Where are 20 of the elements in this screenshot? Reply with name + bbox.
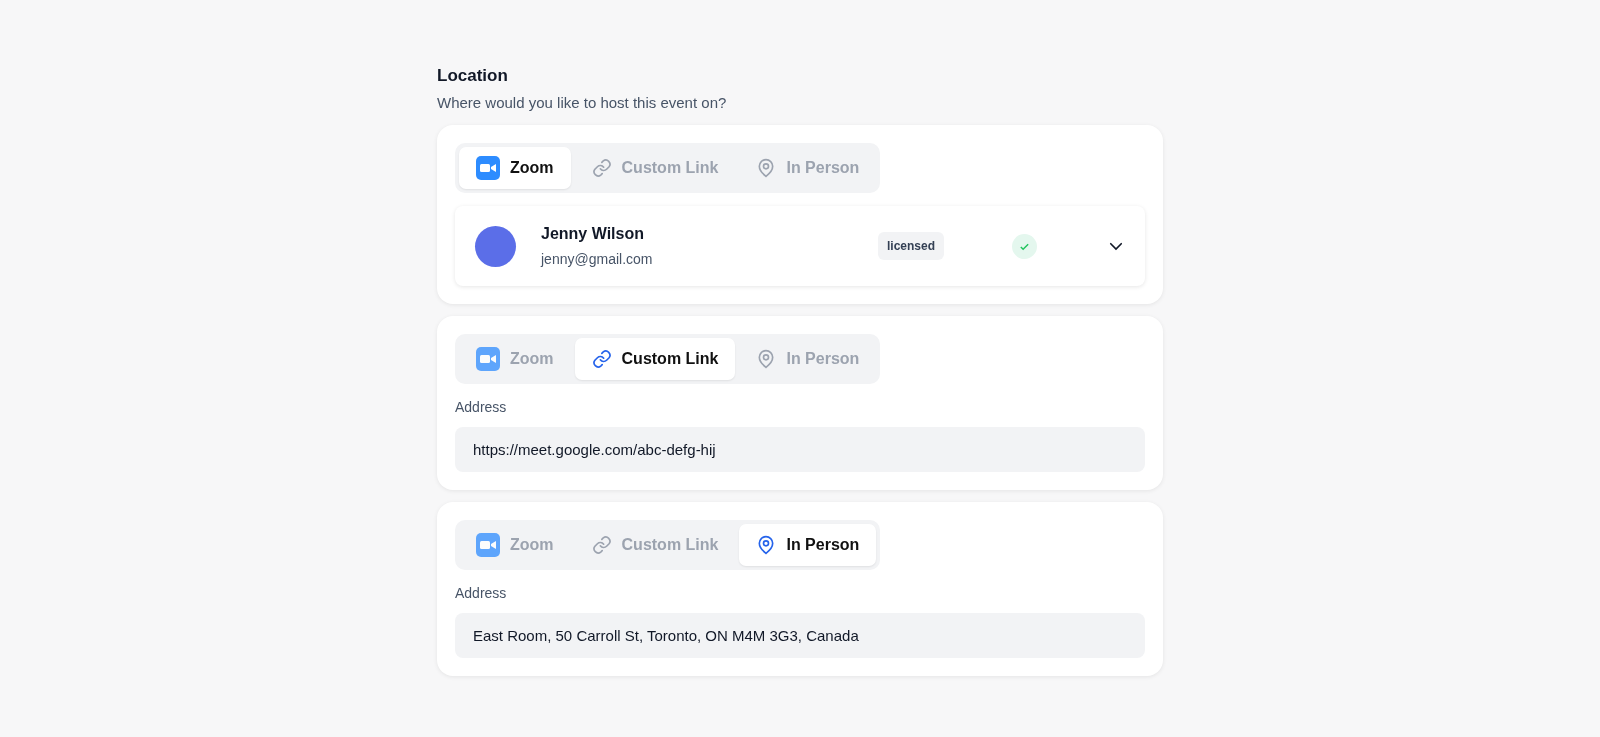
account-name: Jenny Wilson	[541, 225, 645, 243]
field-label: Address	[455, 585, 508, 601]
link-icon	[591, 158, 612, 178]
location-tab[interactable]: In Person	[739, 524, 877, 566]
avatar	[475, 225, 516, 267]
address-field[interactable]: https://meet.google.com/abc-defg-hij	[455, 427, 1145, 472]
field-label: Address	[455, 399, 508, 415]
address-field[interactable]: East Room, 50 Carroll St, Toronto, ON M4M 3G3, Canada	[455, 613, 1145, 658]
section-title: Location	[437, 66, 509, 86]
video-camera-icon	[476, 347, 500, 371]
location-tab[interactable]: Custom Link	[574, 338, 736, 380]
video-camera-icon	[476, 533, 500, 557]
license-badge: licensed	[877, 232, 944, 260]
video-camera-icon	[476, 156, 500, 180]
link-icon	[591, 349, 612, 369]
account-row[interactable]: Jenny Wilson jenny@gmail.com licensed	[455, 206, 1145, 286]
account-email: jenny@gmail.com	[541, 251, 654, 267]
location-tab[interactable]: Zoom	[459, 147, 571, 189]
section-subtitle: Where would you like to host this event on?	[437, 94, 728, 111]
link-icon	[591, 535, 612, 555]
